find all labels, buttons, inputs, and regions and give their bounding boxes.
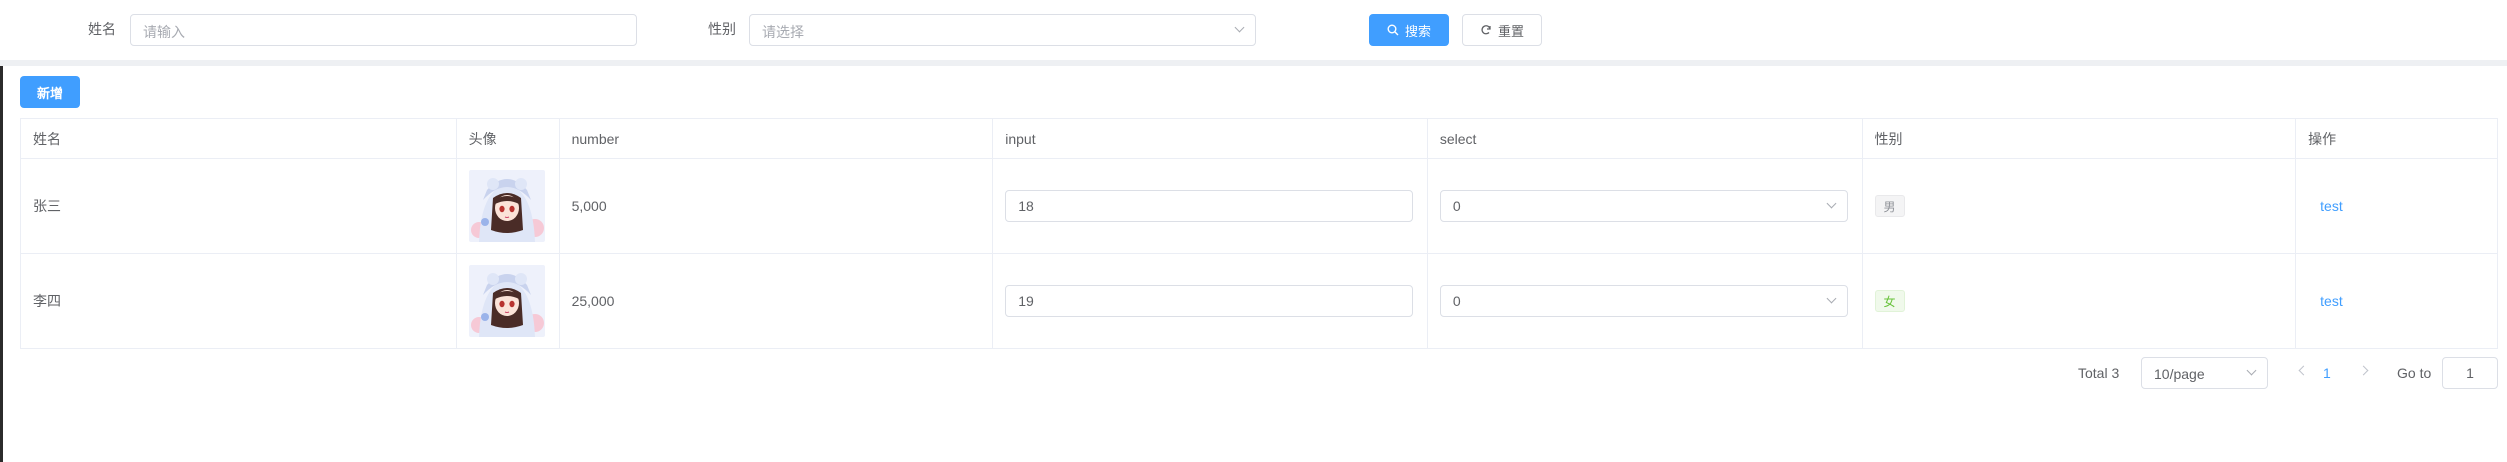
cell-input: 19 <box>993 254 1428 348</box>
page-size-select[interactable]: 10/page <box>2141 357 2268 389</box>
avatar[interactable] <box>468 170 545 242</box>
page-number-current[interactable]: 1 <box>2323 365 2331 381</box>
next-page-icon[interactable] <box>2358 365 2369 376</box>
column-header-input: input <box>993 119 1428 158</box>
gender-filter-select[interactable]: 请选择 <box>749 14 1256 46</box>
refresh-icon <box>1481 25 1491 35</box>
column-header-number: number <box>560 119 994 158</box>
table-header-row: 姓名 头像 number input select 性别 操作 <box>21 119 2497 159</box>
cell-actions: test <box>2296 159 2497 253</box>
table-row: 李四 25,000 19 0 女 test <box>21 254 2497 349</box>
page-size-value: 10/page <box>2154 366 2205 382</box>
prev-page-icon[interactable] <box>2298 365 2309 376</box>
row-input-field[interactable]: 19 <box>1005 285 1414 317</box>
gender-tag: 男 <box>1874 195 1905 217</box>
goto-page-input[interactable]: 1 <box>2442 357 2498 389</box>
column-header-avatar: 头像 <box>457 119 560 158</box>
cell-actions: test <box>2296 254 2497 348</box>
name-filter-label: 姓名 <box>88 21 116 37</box>
action-link-test[interactable]: test <box>2320 198 2343 214</box>
column-header-gender: 性别 <box>1863 119 2297 158</box>
cell-gender: 女 <box>1863 254 2297 348</box>
name-filter-input[interactable]: 请输入 <box>130 14 637 46</box>
avatar[interactable] <box>468 265 545 337</box>
row-select-field[interactable]: 0 <box>1439 190 1848 222</box>
pagination-total: Total 3 <box>2078 365 2120 381</box>
reset-button-label: 重置 <box>1497 23 1524 39</box>
row-select-value: 0 <box>1452 198 1461 214</box>
reset-button[interactable]: 重置 <box>1462 14 1542 46</box>
gender-tag: 女 <box>1874 290 1905 312</box>
add-button[interactable]: 新增 <box>20 76 80 108</box>
gender-filter-label: 性别 <box>708 21 736 37</box>
row-select-field[interactable]: 0 <box>1439 285 1848 317</box>
column-header-select: select <box>1428 119 1863 158</box>
cell-select: 0 <box>1428 254 1863 348</box>
window-edge <box>0 0 3 462</box>
action-link-test[interactable]: test <box>2320 293 2343 309</box>
cell-number: 5,000 <box>560 159 994 253</box>
cell-number: 25,000 <box>560 254 994 348</box>
row-input-field[interactable]: 18 <box>1005 190 1414 222</box>
name-filter-placeholder: 请输入 <box>143 24 185 40</box>
cell-avatar <box>457 159 560 253</box>
cell-input: 18 <box>993 159 1428 253</box>
table-row: 张三 5,000 18 0 男 test <box>21 159 2497 254</box>
chevron-down-icon <box>1826 293 1837 304</box>
cell-name: 张三 <box>21 159 457 253</box>
gender-filter-placeholder: 请选择 <box>762 24 804 40</box>
chevron-down-icon <box>1826 198 1837 209</box>
section-divider <box>0 60 2507 66</box>
chevron-down-icon <box>1234 22 1245 33</box>
data-table: 姓名 头像 number input select 性别 操作 张三 5,000… <box>20 118 2498 349</box>
column-header-name: 姓名 <box>21 119 457 158</box>
column-header-actions: 操作 <box>2308 130 2337 147</box>
cell-select: 0 <box>1428 159 1863 253</box>
cell-name: 李四 <box>21 254 457 348</box>
search-form: 姓名 请输入 性别 请选择 搜索 重置 <box>0 0 2507 60</box>
search-button-label: 搜索 <box>1404 23 1431 39</box>
chevron-down-icon <box>2246 365 2257 376</box>
row-select-value: 0 <box>1452 293 1461 309</box>
search-button[interactable]: 搜索 <box>1369 14 1449 46</box>
search-icon <box>1387 24 1399 36</box>
cell-gender: 男 <box>1863 159 2297 253</box>
goto-label: Go to <box>2397 365 2432 381</box>
cell-avatar <box>457 254 560 348</box>
